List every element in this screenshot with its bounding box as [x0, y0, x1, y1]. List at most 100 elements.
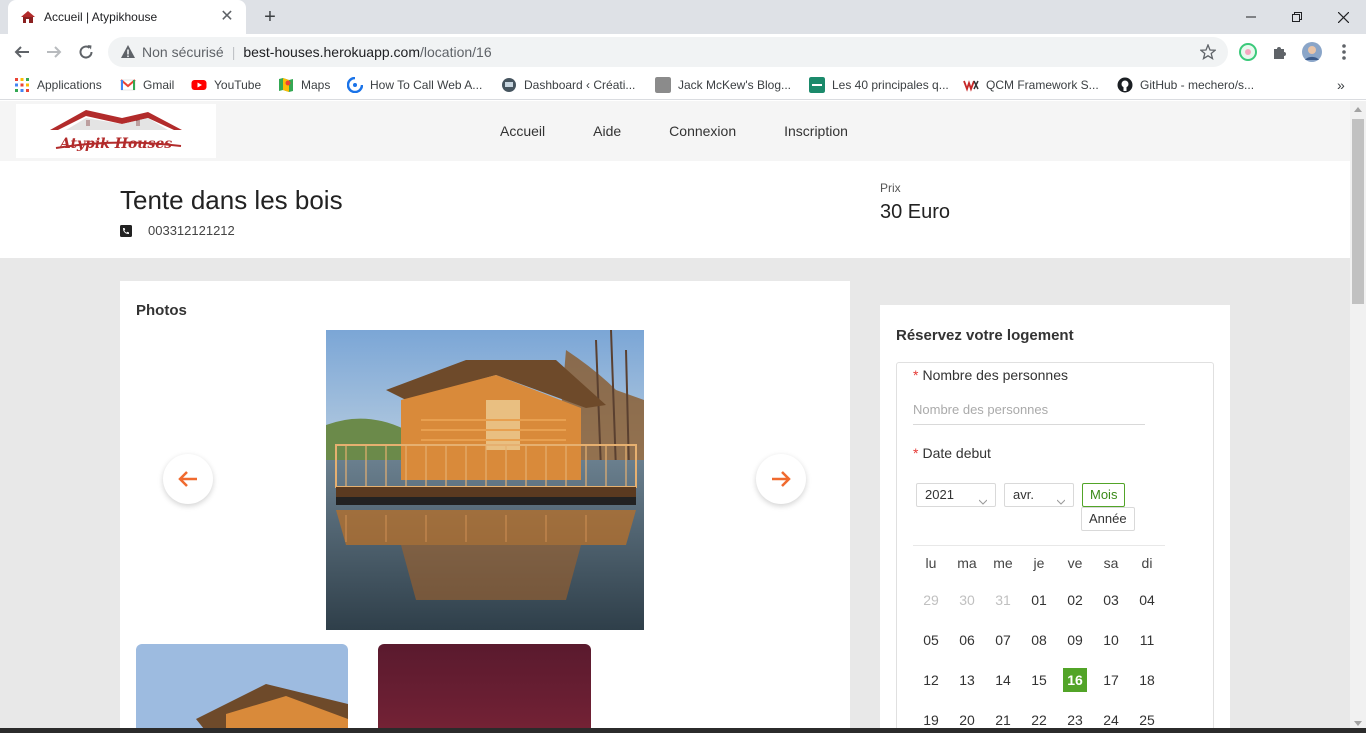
calendar-day-number: 31 [995, 592, 1011, 608]
bookmark-star-icon[interactable] [1200, 44, 1216, 60]
extension-vpn-icon[interactable] [1238, 42, 1258, 62]
page-scrollbar[interactable] [1350, 101, 1366, 733]
price-label: Prix [880, 181, 901, 195]
dashboard-icon [502, 78, 516, 92]
calendar-day[interactable]: 01 [1021, 588, 1057, 612]
photo-thumbnail[interactable] [136, 644, 348, 733]
nav-inscription[interactable]: Inscription [784, 123, 848, 139]
calendar-day-number: 05 [923, 632, 939, 648]
calendar-day[interactable]: 13 [949, 668, 985, 692]
back-arrow-icon[interactable] [10, 40, 34, 64]
profile-avatar-icon[interactable] [1302, 42, 1322, 62]
calendar-day[interactable]: 07 [985, 628, 1021, 652]
calendar-day[interactable]: 18 [1129, 668, 1165, 692]
bookmark-label: Les 40 principales q... [832, 78, 949, 92]
calendar-day[interactable]: 10 [1093, 628, 1129, 652]
people-label-text: Nombre des personnes [922, 367, 1068, 383]
people-label: * Nombre des personnes [913, 367, 1068, 383]
browser-tab[interactable]: Accueil | Atypikhouse ✕ [8, 0, 246, 34]
nav-accueil[interactable]: Accueil [500, 123, 545, 139]
gmail-icon [120, 79, 136, 91]
svg-text:Atypik Houses: Atypik Houses [58, 136, 172, 152]
bookmark-label: GitHub - mechero/s... [1140, 78, 1255, 92]
bookmark-dashboard[interactable]: Dashboard ‹ Créati... [501, 76, 635, 94]
more-bookmarks-button[interactable]: » [1337, 76, 1345, 94]
scroll-up-icon[interactable] [1354, 107, 1362, 112]
bookmark-qcm[interactable]: QCM Framework S... [963, 76, 1099, 94]
main-nav: Accueil Aide Connexion Inscription [500, 101, 896, 161]
bookmark-label: Gmail [143, 78, 175, 92]
address-bar[interactable]: Non sécurisé | best-houses.herokuapp.com… [108, 37, 1228, 67]
calendar-day[interactable]: 09 [1057, 628, 1093, 652]
forward-arrow-icon[interactable] [42, 40, 66, 64]
web-api-icon [347, 77, 363, 93]
weekday-label: di [1141, 555, 1153, 571]
minimize-icon[interactable] [1228, 0, 1274, 34]
calendar-day[interactable]: 06 [949, 628, 985, 652]
calendar-day[interactable]: 11 [1129, 628, 1165, 652]
calendar-day[interactable]: 03 [1093, 588, 1129, 612]
bookmark-web-api[interactable]: How To Call Web A... [347, 76, 482, 94]
calendar-day[interactable]: 04 [1129, 588, 1165, 612]
year-value: 2021 [925, 487, 954, 502]
prev-photo-button[interactable] [163, 454, 213, 504]
year-select[interactable]: 2021 [916, 483, 996, 507]
calendar-day-number: 17 [1103, 672, 1119, 688]
calendar-day[interactable]: 15 [1021, 668, 1057, 692]
people-count-input[interactable] [913, 395, 1145, 425]
calendar-day[interactable]: 30 [949, 588, 985, 612]
calendar-week: 29 30 31 01 02 03 04 [913, 580, 1165, 620]
price-value: 30 Euro [880, 201, 951, 223]
bookmark-github[interactable]: GitHub - mechero/s... [1117, 76, 1254, 94]
bookmark-maps[interactable]: Maps [278, 76, 330, 94]
bookmark-gmail[interactable]: Gmail [120, 76, 174, 94]
bookmark-list[interactable]: Les 40 principales q... [809, 76, 949, 94]
bookmark-label: QCM Framework S... [986, 78, 1099, 92]
next-photo-button[interactable] [756, 454, 806, 504]
close-window-icon[interactable] [1320, 0, 1366, 34]
bookmark-blog[interactable]: Jack McKew's Blog... [655, 76, 791, 94]
tab-title: Accueil | Atypikhouse [44, 10, 158, 24]
calendar-day-number: 18 [1139, 672, 1155, 688]
photo-thumbnail[interactable] [378, 644, 591, 733]
calendar-day[interactable]: 31 [985, 588, 1021, 612]
atypik-houses-logo-icon: Atypik Houses [50, 110, 182, 152]
site-logo[interactable]: Atypik Houses [16, 104, 216, 158]
nav-connexion[interactable]: Connexion [669, 123, 736, 139]
booking-card: Réservez votre logement * Nombre des pers… [880, 305, 1230, 733]
calendar-day-selected[interactable]: 16 [1057, 668, 1093, 692]
extensions-puzzle-icon[interactable] [1270, 42, 1290, 62]
required-mark: * [913, 367, 919, 383]
phone-number: 003312121212 [148, 223, 235, 238]
calendar-day[interactable]: 17 [1093, 668, 1129, 692]
page-viewport: Atypik Houses Accueil Aide Connexion Ins… [0, 101, 1350, 733]
calendar-day-number: 29 [923, 592, 939, 608]
date-label-text: Date debut [922, 445, 991, 461]
restore-icon[interactable] [1274, 0, 1320, 34]
apps-grid-icon [15, 78, 29, 92]
calendar-day[interactable]: 08 [1021, 628, 1057, 652]
close-tab-icon[interactable]: ✕ [218, 8, 236, 26]
main-photo[interactable] [326, 330, 644, 630]
calendar-day[interactable]: 05 [913, 628, 949, 652]
scroll-down-icon[interactable] [1354, 721, 1362, 726]
calendar-day[interactable]: 14 [985, 668, 1021, 692]
browser-menu-icon[interactable] [1334, 42, 1354, 62]
bookmark-applications[interactable]: Applications [14, 76, 102, 94]
weekday-label: ma [957, 555, 977, 571]
reload-icon[interactable] [74, 40, 98, 64]
calendar-day[interactable]: 02 [1057, 588, 1093, 612]
scrollbar-thumb[interactable] [1352, 119, 1364, 304]
calendar-days: 29 30 31 01 02 03 04 05 06 07 08 09 10 11 12 13 14 15 16 17… [913, 580, 1165, 733]
mode-month-button[interactable]: Mois [1082, 483, 1126, 507]
nav-aide[interactable]: Aide [593, 123, 621, 139]
month-select[interactable]: avr. [1004, 483, 1074, 507]
photos-title: Photos [136, 302, 187, 319]
mode-year-button[interactable]: Année [1081, 507, 1135, 531]
new-tab-button[interactable]: + [258, 5, 282, 29]
calendar-day[interactable]: 29 [913, 588, 949, 612]
bookmarks-bar: Applications Gmail YouTube Maps How To C… [0, 70, 1366, 100]
bookmark-youtube[interactable]: YouTube [191, 76, 261, 94]
required-mark: * [913, 445, 919, 461]
calendar-day[interactable]: 12 [913, 668, 949, 692]
